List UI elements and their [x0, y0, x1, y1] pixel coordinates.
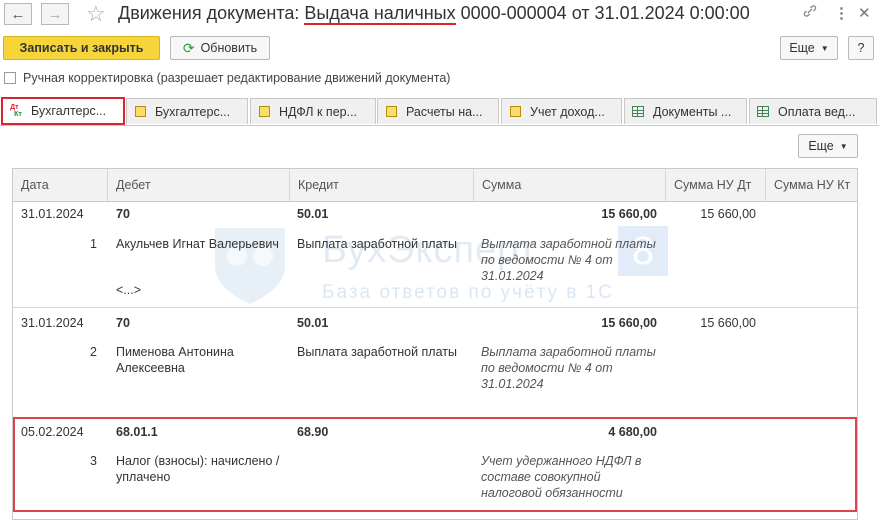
dt-kt-icon: Дт Кт [10, 104, 22, 118]
row-number: 2 [90, 345, 97, 359]
star-icon[interactable]: ☆ [86, 1, 106, 27]
table-icon [756, 106, 770, 118]
arrow-right-icon: → [47, 5, 63, 23]
register-tabs: Дт Кт Бухгалтерс... Бухгалтерс... НДФЛ к … [0, 97, 879, 125]
column-header-debit[interactable]: Дебет [108, 169, 290, 201]
row-content: Учет удержанного НДФЛ в составе совокупн… [481, 454, 642, 500]
row-content: Выплата заработной платы по ведомости № … [481, 237, 656, 283]
forward-button[interactable]: → [41, 3, 69, 25]
tab-payment[interactable]: Оплата вед... [749, 98, 877, 124]
tab-accounting-2[interactable]: Бухгалтерс... [126, 98, 248, 124]
window-title: Движения документа: Выдача наличных 0000… [118, 3, 750, 25]
table-more-button[interactable]: Еще ▼ [798, 134, 858, 158]
row-sum: 4 680,00 [608, 425, 657, 439]
row-credit: 68.90 [297, 425, 329, 439]
register-icon [384, 106, 398, 118]
row-number: 1 [90, 237, 97, 251]
row-debit: 70 [116, 207, 130, 221]
register-icon [257, 106, 271, 118]
refresh-icon: ⟳ [182, 39, 195, 56]
tab-documents[interactable]: Документы ... [624, 98, 747, 124]
row-debit-subconto: Акульчев Игнат Валерьевич [116, 237, 279, 251]
chevron-down-icon: ▼ [839, 141, 848, 151]
tab-income[interactable]: Учет доход... [501, 98, 622, 124]
row-sum-nu-dt: 15 660,00 [700, 316, 756, 330]
row-debit-subconto: Пименова Антонина Алексеевна [116, 345, 234, 375]
column-header-credit[interactable]: Кредит [290, 169, 474, 201]
help-button[interactable]: ? [848, 36, 874, 60]
row-credit-subconto: Выплата заработной платы [297, 237, 457, 251]
row-divider [13, 307, 859, 308]
row-credit-subconto: Выплата заработной платы [297, 345, 457, 359]
row-number: 3 [90, 454, 97, 468]
refresh-button[interactable]: ⟳ Обновить [170, 36, 270, 60]
chevron-down-icon: ▼ [820, 43, 829, 53]
row-date: 31.01.2024 [21, 207, 84, 221]
row-date: 05.02.2024 [21, 425, 84, 439]
tab-accounting-1[interactable]: Дт Кт Бухгалтерс... [1, 97, 125, 125]
column-header-date[interactable]: Дата [13, 169, 108, 201]
arrow-left-icon: ← [10, 5, 26, 23]
tab-ndfl[interactable]: НДФЛ к пер... [250, 98, 376, 124]
row-debit-subconto: Налог (взносы): начислено / уплачено [116, 454, 280, 484]
column-header-sum-nu-kt[interactable]: Сумма НУ Кт [766, 169, 857, 201]
close-icon[interactable]: ✕ [858, 4, 871, 22]
link-icon[interactable] [803, 4, 817, 22]
row-credit: 50.01 [297, 316, 329, 330]
row-debit: 68.01.1 [116, 425, 158, 439]
register-icon [508, 106, 522, 118]
manual-correction-checkbox[interactable] [4, 72, 16, 84]
row-sum-nu-dt: 15 660,00 [700, 207, 756, 221]
back-button[interactable]: ← [4, 3, 32, 25]
row-sum: 15 660,00 [601, 207, 657, 221]
table-header: Дата Дебет Кредит Сумма Сумма НУ Дт Сумм… [13, 169, 857, 202]
row-date: 31.01.2024 [21, 316, 84, 330]
document-type: Выдача наличных [304, 3, 456, 25]
row-debit: 70 [116, 316, 130, 330]
column-header-sum-nu-dt[interactable]: Сумма НУ Дт [666, 169, 766, 201]
row-content: Выплата заработной платы по ведомости № … [481, 345, 656, 391]
row-credit: 50.01 [297, 207, 329, 221]
more-vertical-icon[interactable]: ⋮ [834, 4, 849, 22]
more-button[interactable]: Еще ▼ [780, 36, 838, 60]
save-and-close-button[interactable]: Записать и закрыть [3, 36, 160, 60]
row-debit-more[interactable]: <...> [116, 282, 141, 298]
row-sum: 15 660,00 [601, 316, 657, 330]
column-header-sum[interactable]: Сумма [474, 169, 666, 201]
tab-settlements[interactable]: Расчеты на... [377, 98, 499, 124]
manual-correction-label: Ручная корректировка (разрешает редактир… [23, 71, 451, 85]
table-icon [631, 106, 645, 118]
register-icon [133, 106, 147, 118]
